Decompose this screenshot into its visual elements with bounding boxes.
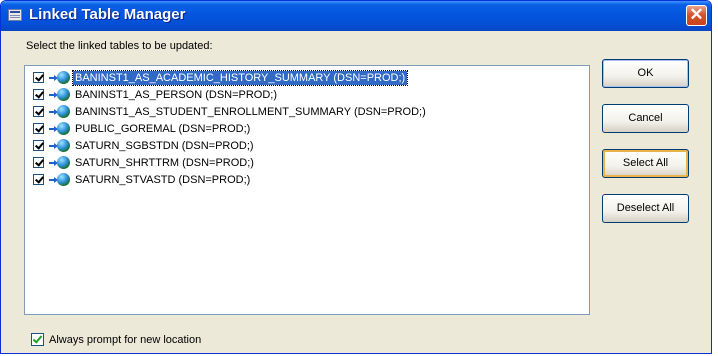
table-checkbox[interactable] (33, 123, 44, 134)
always-prompt-option[interactable]: Always prompt for new location (31, 333, 201, 346)
linked-table-globe-icon (47, 121, 71, 136)
list-item[interactable]: SATURN_STVASTD (DSN=PROD;) (33, 171, 252, 188)
cancel-button[interactable]: Cancel (602, 104, 689, 133)
linked-table-globe-icon (47, 87, 71, 102)
table-label: SATURN_STVASTD (DSN=PROD;) (75, 173, 251, 186)
table-checkbox[interactable] (33, 106, 44, 117)
ok-button[interactable]: OK (602, 59, 689, 88)
list-item[interactable]: SATURN_SHRTTRM (DSN=PROD;) (33, 154, 256, 171)
table-label: BANINST1_AS_ACADEMIC_HISTORY_SUMMARY (DS… (71, 69, 409, 86)
table-label: BANINST1_AS_PERSON (DSN=PROD;) (75, 88, 278, 101)
linked-table-globe-icon (47, 172, 71, 187)
table-label: SATURN_SHRTTRM (DSN=PROD;) (75, 156, 254, 169)
table-checkbox[interactable] (33, 89, 44, 100)
always-prompt-label: Always prompt for new location (49, 333, 202, 346)
list-item[interactable]: BANINST1_AS_ACADEMIC_HISTORY_SUMMARY (DS… (33, 69, 409, 86)
linked-table-manager-dialog: Linked Table Manager ✕ Select the linked… (0, 0, 712, 354)
table-manager-icon (8, 9, 22, 21)
linked-table-globe-icon (47, 138, 71, 153)
deselect-all-button[interactable]: Deselect All (602, 194, 689, 223)
table-label: BANINST1_AS_STUDENT_ENROLLMENT_SUMMARY (… (75, 105, 426, 118)
table-checkbox[interactable] (33, 174, 44, 185)
close-button[interactable]: ✕ (686, 5, 707, 26)
table-checkbox[interactable] (33, 72, 44, 83)
always-prompt-checkbox[interactable] (31, 333, 44, 346)
title-bar[interactable]: Linked Table Manager ✕ (1, 1, 711, 31)
table-label: SATURN_SGBSTDN (DSN=PROD;) (75, 139, 254, 152)
prompt-label: Select the linked tables to be updated: (26, 40, 213, 52)
list-item[interactable]: PUBLIC_GOREMAL (DSN=PROD;) (33, 120, 252, 137)
list-item[interactable]: BANINST1_AS_PERSON (DSN=PROD;) (33, 86, 279, 103)
linked-tables-list[interactable]: BANINST1_AS_ACADEMIC_HISTORY_SUMMARY (DS… (24, 65, 590, 315)
table-label: PUBLIC_GOREMAL (DSN=PROD;) (75, 122, 251, 135)
table-checkbox[interactable] (33, 140, 44, 151)
list-item[interactable]: BANINST1_AS_STUDENT_ENROLLMENT_SUMMARY (… (33, 103, 428, 120)
select-all-button[interactable]: Select All (602, 149, 689, 178)
linked-table-globe-icon (47, 155, 71, 170)
linked-table-globe-icon (47, 70, 71, 85)
table-checkbox[interactable] (33, 157, 44, 168)
list-item[interactable]: SATURN_SGBSTDN (DSN=PROD;) (33, 137, 256, 154)
linked-table-globe-icon (47, 104, 71, 119)
window-title: Linked Table Manager (29, 6, 186, 23)
